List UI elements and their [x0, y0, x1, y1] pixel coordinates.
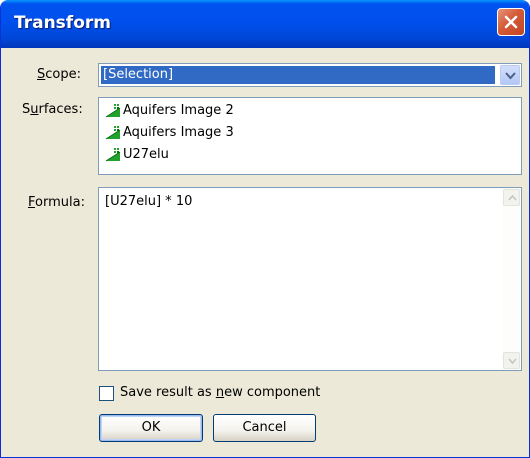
- surface-icon: [105, 148, 121, 162]
- close-button[interactable]: [497, 8, 525, 36]
- surfaces-list[interactable]: Aquifers Image 2 Aquifers Image 3 U27elu: [98, 97, 522, 175]
- scope-label: Scope:: [37, 67, 81, 82]
- close-icon: [504, 15, 518, 29]
- scope-dropdown-button[interactable]: [500, 65, 520, 85]
- window-title: Transform: [14, 13, 111, 33]
- save-as-new-component-label[interactable]: Save result as new component: [120, 385, 320, 400]
- surface-icon: [105, 126, 121, 140]
- chevron-down-icon: [508, 358, 517, 364]
- chevron-down-icon: [505, 72, 516, 80]
- scope-select[interactable]: [Selection]: [98, 63, 522, 87]
- chevron-up-icon: [508, 195, 517, 201]
- surface-name: Aquifers Image 2: [123, 103, 234, 118]
- formula-scrollbar[interactable]: [502, 188, 521, 370]
- cancel-button[interactable]: Cancel: [213, 414, 316, 442]
- title-bar[interactable]: Transform: [1, 0, 529, 48]
- surface-name: Aquifers Image 3: [123, 125, 234, 140]
- formula-label: Formula:: [28, 195, 85, 210]
- transform-dialog: Transform Scope: [Selection] Surfaces: A…: [0, 0, 530, 458]
- formula-input[interactable]: [U27elu] * 10: [98, 187, 522, 371]
- surface-icon: [105, 104, 121, 118]
- ok-button[interactable]: OK: [99, 414, 203, 442]
- formula-text: [U27elu] * 10: [105, 194, 193, 209]
- scroll-down-button[interactable]: [503, 352, 520, 369]
- surfaces-label: Surfaces:: [22, 102, 83, 117]
- surface-name: U27elu: [123, 147, 169, 162]
- scope-selected-value: [Selection]: [101, 66, 495, 84]
- scroll-up-button[interactable]: [503, 189, 520, 206]
- save-as-new-component-checkbox[interactable]: [99, 386, 114, 401]
